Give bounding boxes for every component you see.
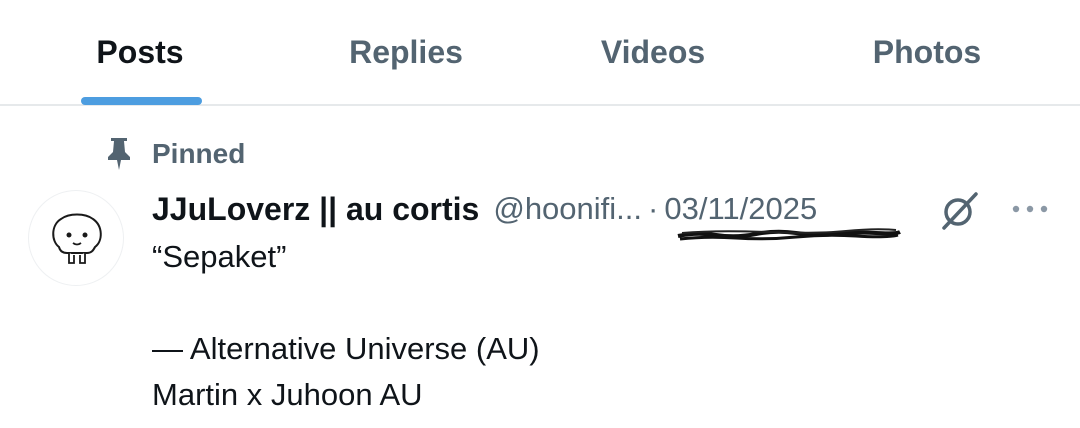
tab-photos[interactable]: Photos [842,0,1012,104]
tweet-body: “Sepaket” — Alternative Universe (AU) Ma… [152,234,1032,418]
more-options-icon[interactable] [1008,192,1052,226]
active-tab-indicator [81,97,202,105]
tab-replies[interactable]: Replies [320,0,492,104]
avatar-drawing [52,213,102,264]
grok-icon[interactable] [938,188,982,232]
pinned-indicator: Pinned [0,132,1080,176]
display-name[interactable]: JJuLoverz || au cortis [152,191,479,228]
tweet-line: — Alternative Universe (AU) [152,331,540,366]
tab-posts[interactable]: Posts [60,0,220,104]
separator-dot: · [648,191,659,226]
pinned-label: Pinned [152,138,246,169]
pin-icon [108,138,130,170]
profile-tab-bar: Posts Replies Videos Photos [0,0,1080,106]
tweet-line: Martin x Juhoon AU [152,377,423,412]
tweet-line: “Sepaket” [152,239,287,274]
avatar[interactable] [28,190,124,286]
tab-videos[interactable]: Videos [570,0,736,104]
post-date[interactable]: 03/11/2025 [664,191,817,227]
user-handle[interactable]: @hoonifi... [493,191,642,227]
